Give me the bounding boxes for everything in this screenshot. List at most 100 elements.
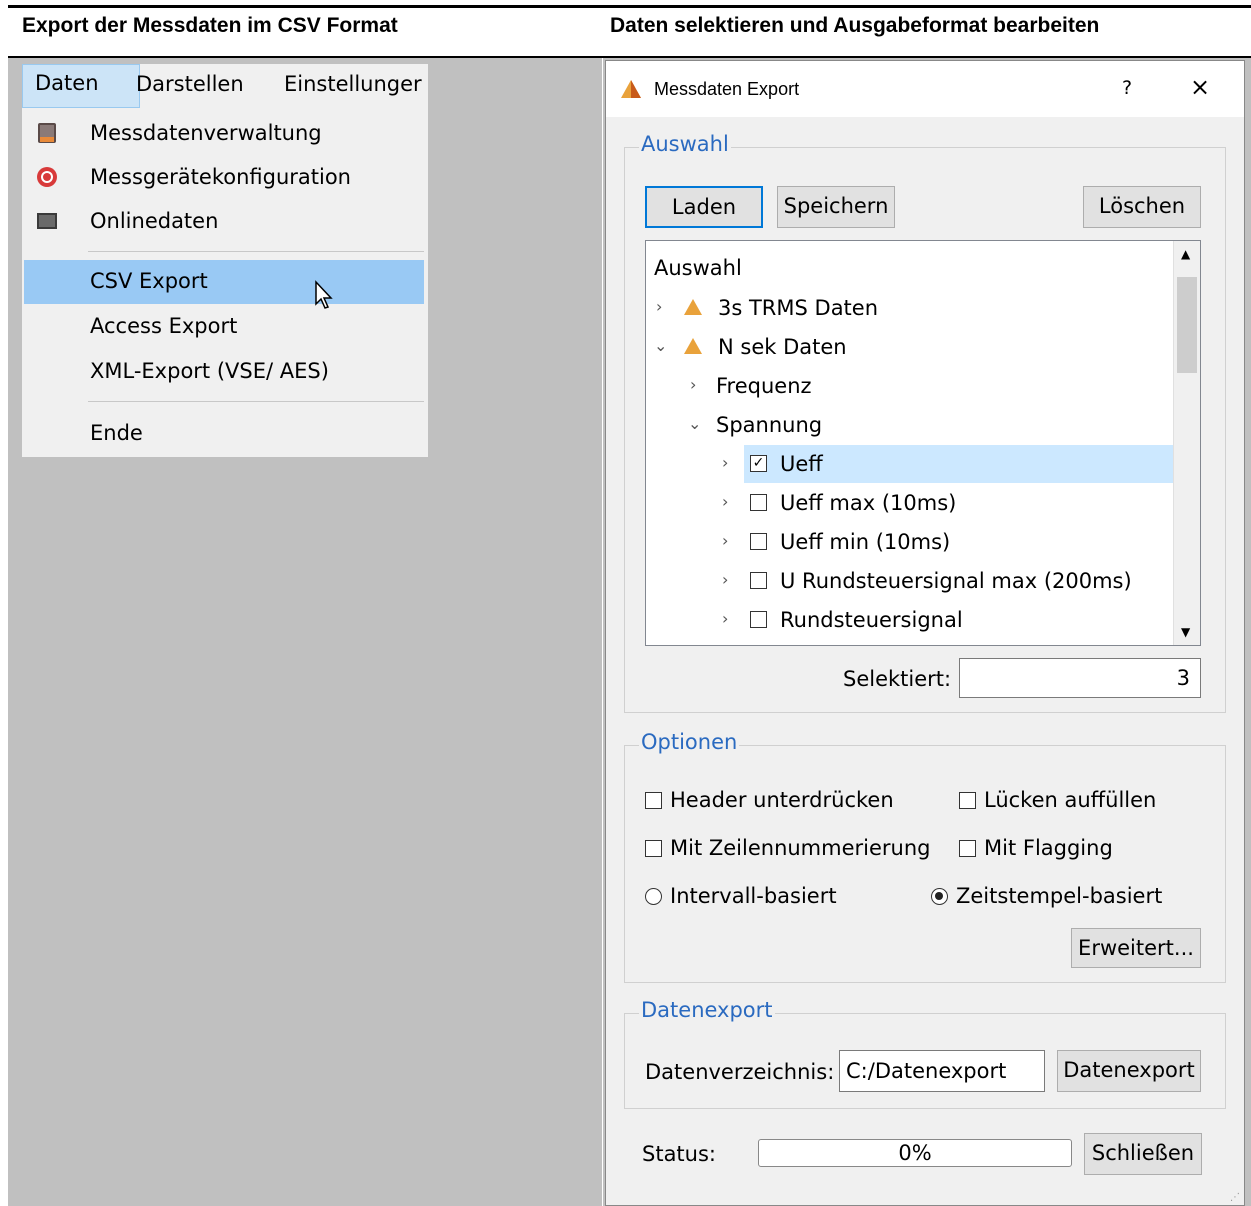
chevron-right-icon[interactable]: › <box>722 609 728 628</box>
tree-leaf-row[interactable]: › U Rundsteuersignal max (200ms) <box>646 562 1176 600</box>
tree-leaf-label: U Rundsteuersignal max (200ms) <box>780 569 1132 593</box>
line-numbers-option[interactable]: Mit Zeilennummerierung <box>645 836 931 860</box>
menu-item-label: Access Export <box>90 314 238 338</box>
menu-item-xml-export[interactable]: XML-Export (VSE/ AES) <box>22 350 428 394</box>
gaps-checkbox[interactable] <box>959 792 976 809</box>
scroll-up-icon[interactable]: ▲ <box>1181 247 1190 261</box>
tree-node-spannung[interactable]: ⌄ Spannung <box>646 406 1176 444</box>
tree-leaf-label: Ueff <box>780 452 823 476</box>
erweitert-button[interactable]: Erweitert... <box>1071 928 1201 968</box>
device-config-icon <box>36 166 58 188</box>
menu-item-label: Messgerätekonfiguration <box>90 165 351 189</box>
timestamp-radio[interactable] <box>931 888 948 905</box>
dir-input[interactable]: C:/Datenexport <box>839 1050 1045 1092</box>
menu-item-onlinedaten[interactable]: Onlinedaten <box>22 200 428 244</box>
loeschen-button[interactable]: Löschen <box>1083 186 1201 228</box>
selected-count-field: 3 <box>959 658 1201 698</box>
tree-leaf-label: Ueff min (10ms) <box>780 530 951 554</box>
ueff-checkbox[interactable]: ✓ <box>750 455 767 472</box>
tree-leaf-row[interactable]: › Ueff min (10ms) <box>646 523 1176 561</box>
menu-item-label: Messdatenverwaltung <box>90 121 322 145</box>
menu-item-label: Ende <box>90 421 143 445</box>
status-progress-bar: 0% <box>758 1139 1072 1167</box>
menu-item-access-export[interactable]: Access Export <box>22 305 428 349</box>
online-data-icon <box>36 210 58 232</box>
interval-option-label: Intervall-basiert <box>670 884 837 908</box>
menu-item-label: CSV Export <box>90 269 208 293</box>
flagging-option-label: Mit Flagging <box>984 836 1113 860</box>
daten-menu: Daten Darstellen Einstellunger Messdaten… <box>22 64 428 457</box>
optionen-group: Optionen Header unterdrücken Lücken auff… <box>624 730 1226 983</box>
rundsteuersignal-checkbox[interactable] <box>750 611 767 628</box>
chevron-right-icon[interactable]: › <box>722 570 728 589</box>
scrollbar-thumb[interactable] <box>1177 277 1197 373</box>
header-checkbox[interactable] <box>645 792 662 809</box>
tree-node-label: Spannung <box>716 413 823 437</box>
speichern-button[interactable]: Speichern <box>777 186 895 228</box>
timestamp-option-label: Zeitstempel-basiert <box>956 884 1163 908</box>
gaps-option-label: Lücken auffüllen <box>984 788 1157 812</box>
timestamp-option[interactable]: Zeitstempel-basiert <box>931 884 1162 908</box>
selection-tree[interactable]: Auswahl › 3s TRMS Daten ⌄ N sek Daten › … <box>645 240 1201 646</box>
tree-scrollbar[interactable]: ▲ ▼ <box>1173 241 1200 645</box>
menu-item-ende[interactable]: Ende <box>22 412 428 456</box>
menu-item-label: XML-Export (VSE/ AES) <box>90 359 329 383</box>
line-numbers-option-label: Mit Zeilennummerierung <box>670 836 931 860</box>
status-label: Status: <box>642 1142 716 1166</box>
chevron-right-icon[interactable]: › <box>690 375 696 394</box>
messdaten-export-dialog: Messdaten Export ? × Auswahl Laden Speic… <box>605 60 1245 1206</box>
flagging-option[interactable]: Mit Flagging <box>959 836 1113 860</box>
close-icon[interactable]: × <box>1190 73 1210 101</box>
menu-darstellen[interactable]: Darstellen <box>136 72 244 96</box>
tree-node-label: Frequenz <box>716 374 812 398</box>
dir-label: Datenverzeichnis: <box>645 1060 835 1084</box>
chevron-right-icon[interactable]: › <box>722 492 728 511</box>
menu-daten-label: Daten <box>35 71 99 95</box>
tree-node-label: N sek Daten <box>718 335 847 359</box>
app-logo-icon <box>620 79 642 103</box>
ueff-min-checkbox[interactable] <box>750 533 767 550</box>
dialog-titlebar: Messdaten Export ? × <box>606 61 1244 117</box>
chevron-right-icon[interactable]: › <box>722 453 728 472</box>
menu-item-label: Onlinedaten <box>90 209 219 233</box>
tree-node-n-sek[interactable]: ⌄ N sek Daten <box>646 328 1176 366</box>
ueff-max-checkbox[interactable] <box>750 494 767 511</box>
line-numbers-checkbox[interactable] <box>645 840 662 857</box>
flagging-checkbox[interactable] <box>959 840 976 857</box>
chevron-down-icon[interactable]: ⌄ <box>654 336 667 355</box>
tree-leaf-row[interactable]: › ✓ Ueff <box>646 445 1176 483</box>
app-logo-icon <box>684 299 702 315</box>
auswahl-group: Auswahl Laden Speichern Löschen Auswahl … <box>624 132 1226 713</box>
u-rundsteuersignal-checkbox[interactable] <box>750 572 767 589</box>
chevron-right-icon[interactable]: › <box>722 531 728 550</box>
tree-root-label: Auswahl <box>654 256 742 280</box>
menu-item-messdatenverwaltung[interactable]: Messdatenverwaltung <box>22 112 428 156</box>
resize-grip-icon[interactable]: ⋰ <box>1230 1192 1240 1203</box>
laden-button[interactable]: Laden <box>645 186 763 228</box>
schliessen-button[interactable]: Schließen <box>1084 1133 1202 1175</box>
data-management-icon <box>36 122 58 144</box>
menu-einstellungen[interactable]: Einstellunger <box>284 72 422 96</box>
tree-leaf-label: Rundsteuersignal <box>780 608 963 632</box>
datenexport-group-title: Datenexport <box>639 998 775 1022</box>
tree-node-label: 3s TRMS Daten <box>718 296 879 320</box>
datenexport-group: Datenexport Datenverzeichnis: C:/Datenex… <box>624 998 1226 1109</box>
tree-leaf-row[interactable]: › Ueff max (10ms) <box>646 484 1176 522</box>
scroll-down-icon[interactable]: ▼ <box>1181 625 1190 639</box>
gaps-option[interactable]: Lücken auffüllen <box>959 788 1156 812</box>
interval-option[interactable]: Intervall-basiert <box>645 884 837 908</box>
chevron-right-icon[interactable]: › <box>656 297 662 316</box>
tree-leaf-row[interactable]: › Rundsteuersignal <box>646 601 1176 639</box>
datenexport-button[interactable]: Datenexport <box>1057 1050 1201 1092</box>
chevron-down-icon[interactable]: ⌄ <box>688 414 701 433</box>
tree-node-frequenz[interactable]: › Frequenz <box>646 367 1176 405</box>
menu-item-csv-export[interactable]: CSV Export <box>24 260 424 309</box>
tree-node-3s-trms[interactable]: › 3s TRMS Daten <box>646 289 1176 327</box>
menu-item-messgeraetekonfiguration[interactable]: Messgerätekonfiguration <box>22 156 428 200</box>
interval-radio[interactable] <box>645 888 662 905</box>
optionen-group-title: Optionen <box>639 730 740 754</box>
header-option[interactable]: Header unterdrücken <box>645 788 894 812</box>
menu-daten[interactable]: Daten <box>22 64 140 108</box>
header-option-label: Header unterdrücken <box>670 788 894 812</box>
help-button[interactable]: ? <box>1122 77 1132 99</box>
